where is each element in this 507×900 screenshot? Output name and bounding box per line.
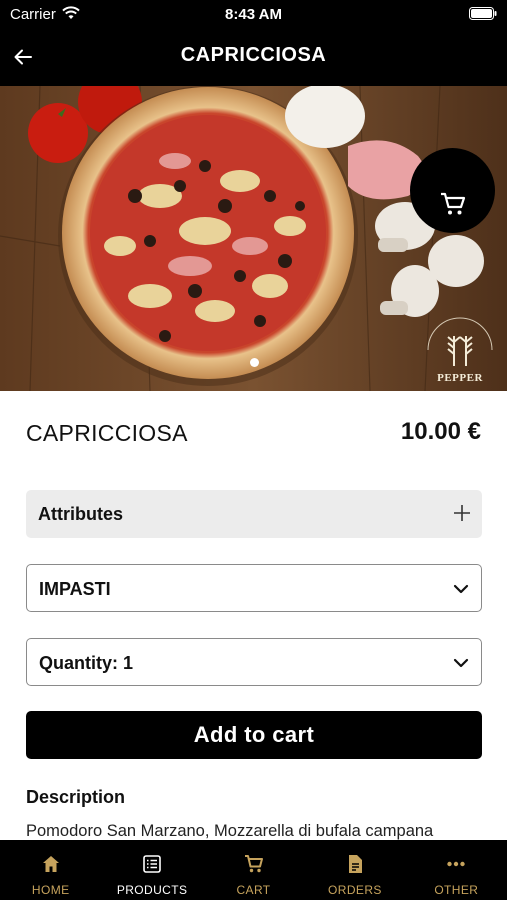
product-image-carousel[interactable]: PEPPER: [0, 86, 507, 391]
brand-name: PEPPER: [437, 372, 483, 384]
cart-icon: [440, 192, 465, 214]
quantity-select-value: Quantity: 1: [39, 653, 134, 673]
tab-cart[interactable]: CART: [203, 840, 304, 900]
chevron-down-icon: [453, 584, 469, 594]
dough-select-value: IMPASTI: [39, 579, 111, 599]
attributes-expander[interactable]: Attributes: [26, 490, 482, 538]
document-icon: [348, 855, 362, 873]
more-icon: [447, 861, 466, 867]
cart-shortcut-button[interactable]: [410, 148, 495, 233]
product-price: 10.00 €: [400, 418, 481, 445]
carousel-page-indicator[interactable]: [250, 358, 259, 367]
plus-icon: [454, 505, 470, 521]
tab-products[interactable]: PRODUCTS: [101, 840, 202, 900]
add-to-cart-button[interactable]: Add to cart: [26, 711, 482, 759]
product-name: CAPRICCIOSA: [26, 420, 188, 446]
tab-home[interactable]: HOME: [0, 840, 101, 900]
cart-icon: [244, 855, 263, 873]
bottom-tab-bar: HOME PRODUCTS CART ORDERS OTHER: [0, 840, 507, 900]
quantity-select[interactable]: Quantity: 1: [26, 638, 482, 686]
home-icon: [42, 856, 59, 872]
tab-label: PRODUCTS: [116, 883, 188, 897]
tab-label: OTHER: [434, 883, 479, 897]
page-title: CAPRICCIOSA: [180, 44, 327, 66]
tab-label: HOME: [31, 883, 70, 897]
tab-orders[interactable]: ORDERS: [304, 840, 405, 900]
chevron-down-icon: [453, 658, 469, 668]
battery-icon: [469, 7, 497, 20]
description-text: Pomodoro San Marzano, Mozzarella di bufa…: [26, 822, 434, 840]
description-heading: Description: [26, 787, 126, 807]
dough-select[interactable]: IMPASTI: [26, 564, 482, 612]
attributes-label: Attributes: [38, 504, 123, 524]
brand-logo: PEPPER: [418, 308, 502, 388]
tab-label: CART: [236, 883, 271, 897]
navigation-bar: CAPRICCIOSA: [0, 28, 507, 86]
status-bar: Carrier 8:43 AM: [0, 0, 507, 28]
tab-other[interactable]: OTHER: [406, 840, 507, 900]
tab-label: ORDERS: [328, 883, 382, 897]
list-icon: [143, 855, 161, 873]
clock: 8:43 AM: [225, 6, 282, 23]
